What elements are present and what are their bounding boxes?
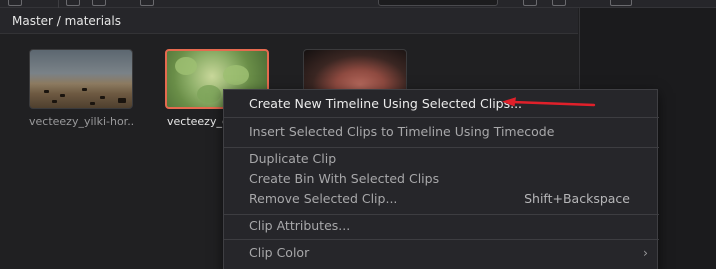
- menu-item-clip-attributes[interactable]: Clip Attributes...: [224, 216, 659, 236]
- menu-item-label: Clip Attributes...: [249, 218, 351, 233]
- sort-icon[interactable]: [92, 0, 106, 6]
- menu-item-label: Create Bin With Selected Clips: [249, 171, 440, 186]
- top-toolbar: [0, 0, 716, 8]
- menu-item-insert-using-timecode[interactable]: Insert Selected Clips to Timeline Using …: [224, 122, 659, 142]
- menu-divider: [224, 117, 659, 118]
- options-icon[interactable]: [523, 0, 537, 6]
- menu-item-label: Remove Selected Clip...: [249, 191, 398, 206]
- clip-preview-image: [29, 49, 133, 109]
- panel-toggle-icon[interactable]: [8, 0, 22, 6]
- menu-item-label: Duplicate Clip: [249, 151, 337, 166]
- menu-item-shortcut: Shift+Backspace: [524, 191, 630, 206]
- annotation-arrow-icon: [502, 97, 596, 107]
- menu-divider: [224, 214, 659, 215]
- menu-item-label: Create New Timeline Using Selected Clips…: [249, 96, 523, 111]
- menu-item-duplicate-clip[interactable]: Duplicate Clip: [224, 149, 659, 169]
- clip-thumbnail[interactable]: vecteezy_yilki-hor...: [29, 49, 135, 128]
- context-menu: Create New Timeline Using Selected Clips…: [223, 89, 659, 269]
- breadcrumb[interactable]: Master / materials: [0, 8, 578, 34]
- view-mode-icon[interactable]: [140, 0, 154, 6]
- toolbar-divider: [58, 0, 59, 8]
- menu-item-clip-color[interactable]: Clip Color ›: [224, 243, 659, 263]
- menu-item-create-bin[interactable]: Create Bin With Selected Clips: [224, 169, 659, 189]
- panel-toggle-right-icon[interactable]: [610, 0, 632, 6]
- menu-item-remove-clip[interactable]: Remove Selected Clip... Shift+Backspace: [224, 189, 659, 209]
- menu-item-label: Clip Color: [249, 245, 310, 260]
- menu-divider: [224, 239, 659, 240]
- chevron-right-icon: ›: [643, 245, 648, 260]
- view-toggle-icon[interactable]: [66, 0, 80, 6]
- settings-icon[interactable]: [552, 0, 566, 6]
- menu-item-label: Insert Selected Clips to Timeline Using …: [249, 124, 555, 139]
- search-input[interactable]: [378, 0, 498, 6]
- clip-name: vecteezy_yilki-hor...: [29, 115, 135, 128]
- menu-divider: [224, 147, 659, 148]
